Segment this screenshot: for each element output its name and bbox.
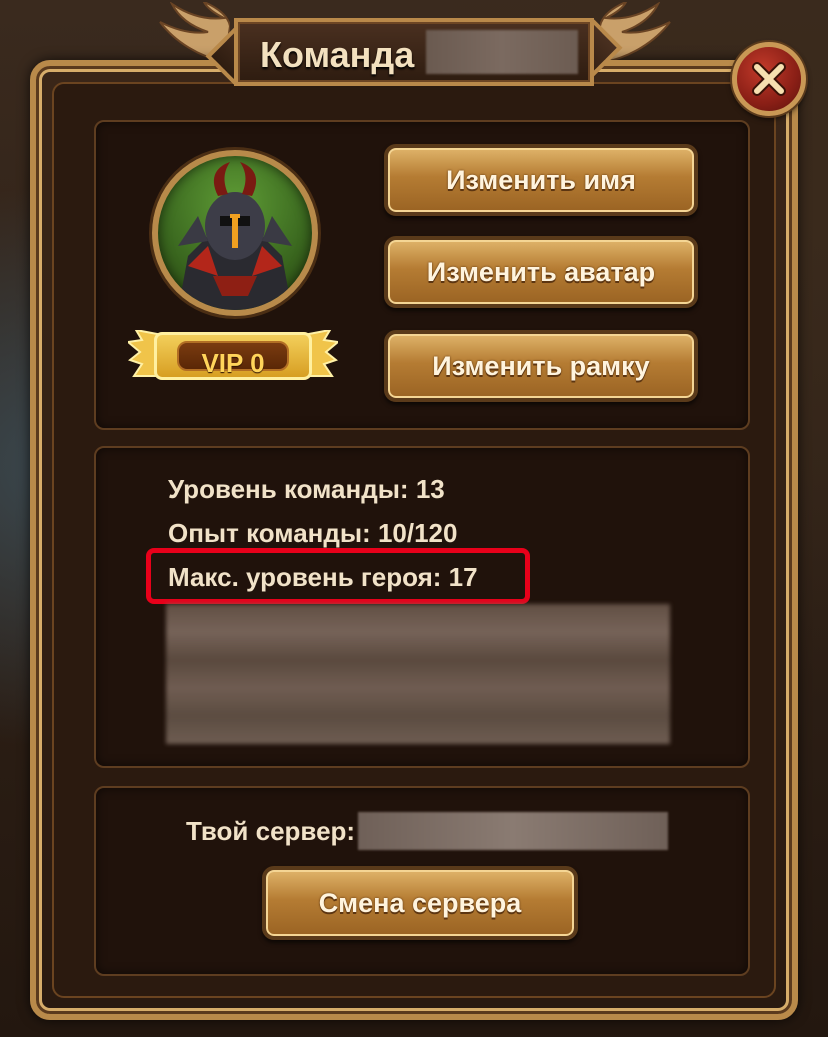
team-level-text: Уровень команды: 13 bbox=[168, 474, 445, 504]
change-avatar-button[interactable]: Изменить аватар bbox=[384, 236, 698, 308]
change-frame-button[interactable]: Изменить рамку bbox=[384, 330, 698, 402]
redacted-team-name bbox=[426, 30, 578, 74]
redacted-stats bbox=[166, 604, 670, 744]
vip-label: VIP 0 bbox=[201, 348, 265, 378]
change-frame-label: Изменить рамку bbox=[432, 350, 650, 381]
avatar[interactable] bbox=[152, 150, 318, 316]
title-plate: Команда bbox=[205, 12, 623, 92]
change-name-button[interactable]: Изменить имя bbox=[384, 144, 698, 216]
close-button[interactable] bbox=[732, 42, 806, 116]
change-server-label: Смена сервера bbox=[318, 887, 522, 918]
dialog-title: Команда bbox=[260, 34, 415, 75]
hero-avatar-icon bbox=[178, 162, 292, 310]
screen: Команда VIP 0 Изменить имя Изменить ават… bbox=[0, 0, 828, 1037]
change-avatar-label: Изменить аватар bbox=[426, 256, 656, 287]
vip-badge[interactable]: VIP 0 bbox=[128, 326, 338, 386]
redacted-server-name bbox=[358, 812, 668, 850]
team-exp-text: Опыт команды: 10/120 bbox=[168, 518, 458, 548]
server-label: Твой сервер: bbox=[186, 816, 356, 846]
highlight-box bbox=[146, 548, 530, 604]
close-icon bbox=[752, 62, 786, 96]
change-name-label: Изменить имя bbox=[446, 164, 636, 195]
change-server-button[interactable]: Смена сервера bbox=[262, 866, 578, 940]
